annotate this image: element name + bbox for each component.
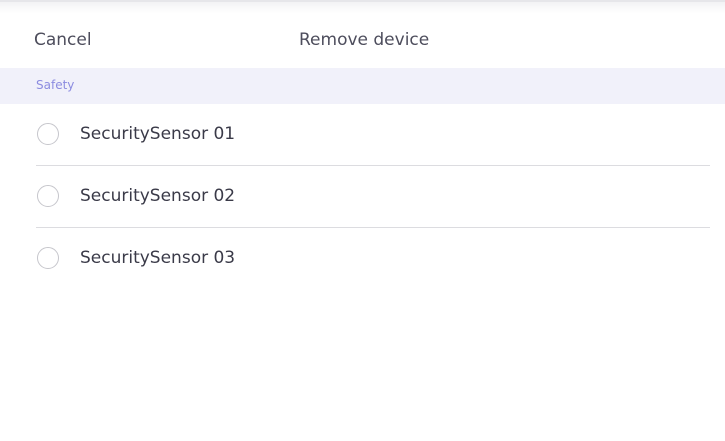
device-row-securitysensor-01[interactable]: SecuritySensor 01	[0, 104, 725, 166]
cancel-button[interactable]: Cancel	[34, 30, 92, 50]
page-title: Remove device	[299, 30, 430, 50]
section-header-safety: Safety	[0, 68, 725, 104]
remove-device-screen: Cancel Remove device Safety SecuritySens…	[0, 0, 725, 441]
radio-button[interactable]	[37, 185, 59, 207]
device-label: SecuritySensor 02	[80, 186, 236, 206]
device-label: SecuritySensor 03	[80, 248, 236, 268]
section-label: Safety	[36, 78, 75, 92]
top-edge-shadow	[0, 0, 725, 14]
header-bar: Cancel Remove device	[0, 14, 725, 68]
radio-button[interactable]	[37, 247, 59, 269]
radio-button[interactable]	[37, 123, 59, 145]
device-label: SecuritySensor 01	[80, 124, 236, 144]
device-row-securitysensor-03[interactable]: SecuritySensor 03	[0, 228, 725, 290]
device-list: SecuritySensor 01 SecuritySensor 02 Secu…	[0, 104, 725, 290]
device-row-securitysensor-02[interactable]: SecuritySensor 02	[0, 166, 725, 228]
